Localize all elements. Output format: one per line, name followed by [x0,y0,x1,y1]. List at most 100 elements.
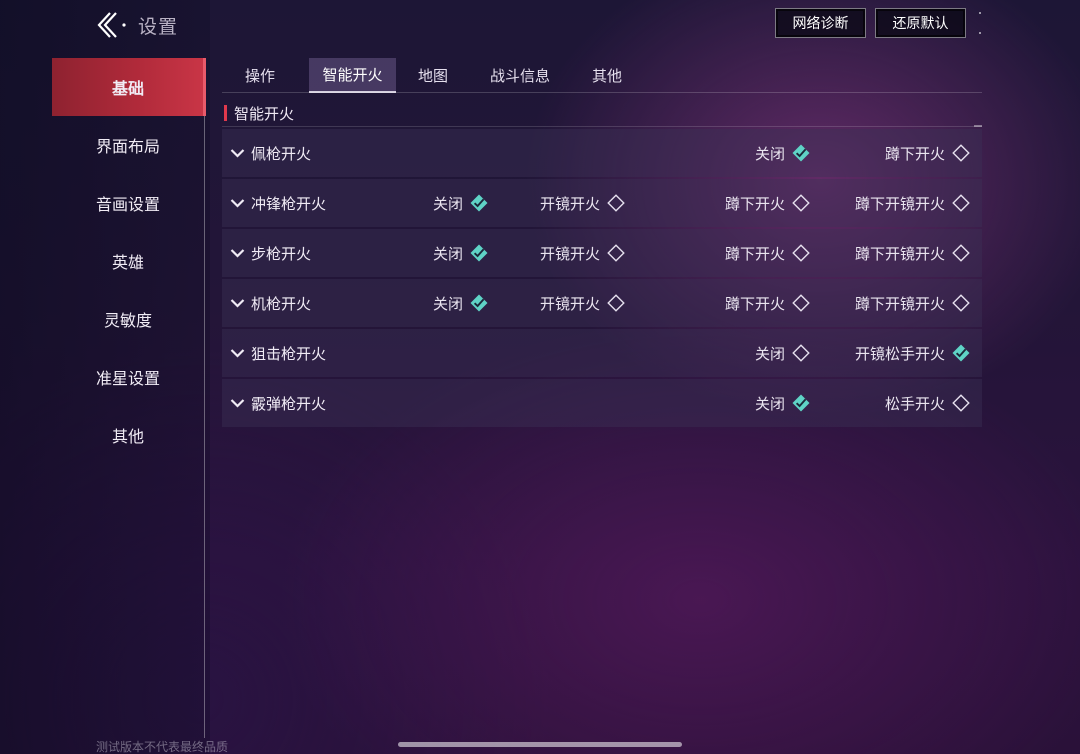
fire-option-radio[interactable]: 开镜开火 [540,179,625,227]
fire-option-label: 蹲下开镜开火 [854,294,945,313]
setting-row-sniper: 狙击枪开火 关闭 开镜松手开火 [222,329,982,377]
diamond-empty-icon [792,344,810,362]
diamond-empty-icon [792,294,810,312]
fire-option-radio[interactable]: 蹲下开火 [725,179,810,227]
diamond-empty-icon [952,194,970,212]
sidebar-item-layout[interactable]: 界面布局 [52,116,204,174]
sidebar-item-basic[interactable]: 基础 [52,58,206,116]
fire-option-radio[interactable]: 蹲下开火 [725,279,810,327]
sidebar-item-other[interactable]: 其他 [52,406,204,464]
setting-row-expand-toggle[interactable]: 冲锋枪开火 [230,179,326,227]
diamond-checked-icon [470,294,488,312]
setting-row-label: 冲锋枪开火 [251,194,327,213]
fire-option-label: 开镜松手开火 [854,344,945,363]
fire-option-radio[interactable]: 蹲下开镜开火 [855,179,970,227]
setting-row-smg: 冲锋枪开火 关闭 开镜开火 蹲下开火 蹲下开镜开火 [222,179,982,227]
diamond-empty-icon [607,294,625,312]
fire-option-label: 蹲下开火 [884,144,945,163]
fire-option-radio[interactable]: 开镜开火 [540,229,625,277]
diamond-checked-icon [792,394,810,412]
fire-option-radio[interactable]: 关闭 [755,129,810,177]
setting-row-pistol: 佩枪开火 关闭 蹲下开火 [222,129,982,177]
network-diagnose-button[interactable]: 网络诊断 [775,8,866,38]
section-corner-mark [974,125,982,127]
diamond-empty-icon [792,194,810,212]
chevron-down-icon [230,148,245,158]
fire-option-radio[interactable]: 开镜松手开火 [855,329,970,377]
reset-default-button[interactable]: 还原默认 [875,8,966,38]
sidebar-nav: 基础 界面布局 音画设置 英雄 灵敏度 准星设置 其他 [52,58,206,464]
setting-row-label: 佩枪开火 [251,144,312,163]
fire-option-label: 关闭 [754,394,785,413]
diamond-checked-icon [792,144,810,162]
tab-bar: 操作 智能开火 地图 战斗信息 其他 [222,58,982,93]
chevron-down-icon [230,298,245,308]
fire-option-label: 松手开火 [884,394,945,413]
fire-option-label: 蹲下开火 [724,294,785,313]
fire-option-radio[interactable]: 关闭 [755,329,810,377]
sidebar-item-audio-video[interactable]: 音画设置 [52,174,204,232]
tab-smart-fire[interactable]: 智能开火 [309,58,396,93]
diamond-checked-icon [952,344,970,362]
fire-option-label: 开镜开火 [539,244,600,263]
diamond-checked-icon [470,194,488,212]
home-indicator[interactable] [398,742,682,747]
back-arrow-icon [96,10,128,40]
diamond-empty-icon [607,244,625,262]
sidebar-item-crosshair[interactable]: 准星设置 [52,348,204,406]
setting-row-expand-toggle[interactable]: 狙击枪开火 [230,329,326,377]
fire-option-radio[interactable]: 关闭 [755,379,810,427]
sidebar-divider [204,58,205,738]
watermark-text: 测试版本不代表最终品质 [96,740,229,754]
fire-option-label: 蹲下开火 [724,244,785,263]
tab-other[interactable]: 其他 [582,58,632,93]
fire-option-radio[interactable]: 关闭 [433,179,488,227]
fire-option-label: 开镜开火 [539,194,600,213]
fire-option-label: 关闭 [754,344,785,363]
sidebar-item-hero[interactable]: 英雄 [52,232,204,290]
fire-option-radio[interactable]: 蹲下开镜开火 [855,229,970,277]
fire-option-label: 蹲下开镜开火 [854,244,945,263]
fire-option-radio[interactable]: 关闭 [433,279,488,327]
tab-operation[interactable]: 操作 [232,58,288,93]
decor-dot [979,12,981,14]
fire-option-radio[interactable]: 蹲下开火 [885,129,970,177]
fire-option-label: 关闭 [754,144,785,163]
diamond-empty-icon [792,244,810,262]
fire-option-label: 蹲下开火 [724,194,785,213]
fire-option-label: 关闭 [432,294,463,313]
fire-option-label: 关闭 [432,194,463,213]
setting-row-shotgun: 霰弹枪开火 关闭 松手开火 [222,379,982,427]
setting-row-expand-toggle[interactable]: 步枪开火 [230,229,311,277]
fire-option-radio[interactable]: 蹲下开火 [725,229,810,277]
diamond-empty-icon [607,194,625,212]
sidebar-item-sensitivity[interactable]: 灵敏度 [52,290,204,348]
chevron-down-icon [230,348,245,358]
setting-row-label: 狙击枪开火 [251,344,327,363]
chevron-down-icon [230,398,245,408]
fire-option-label: 开镜开火 [539,294,600,313]
decor-dot [979,32,981,34]
setting-row-label: 机枪开火 [251,294,312,313]
fire-option-radio[interactable]: 蹲下开镜开火 [855,279,970,327]
fire-option-radio[interactable]: 开镜开火 [540,279,625,327]
tab-map[interactable]: 地图 [408,58,458,93]
diamond-empty-icon [952,394,970,412]
section-divider [222,126,982,127]
fire-option-label: 蹲下开镜开火 [854,194,945,213]
diamond-empty-icon [952,244,970,262]
section-title: 智能开火 [234,104,295,123]
setting-row-label: 步枪开火 [251,244,312,263]
chevron-down-icon [230,248,245,258]
setting-row-expand-toggle[interactable]: 机枪开火 [230,279,311,327]
setting-row-expand-toggle[interactable]: 佩枪开火 [230,129,311,177]
tab-underline [222,92,982,93]
fire-option-radio[interactable]: 关闭 [433,229,488,277]
fire-option-radio[interactable]: 松手开火 [885,379,970,427]
chevron-down-icon [230,198,245,208]
tab-combat-info[interactable]: 战斗信息 [479,58,561,93]
back-button[interactable] [96,10,136,40]
page-title: 设置 [138,16,179,38]
diamond-empty-icon [952,294,970,312]
setting-row-expand-toggle[interactable]: 霰弹枪开火 [230,379,326,427]
